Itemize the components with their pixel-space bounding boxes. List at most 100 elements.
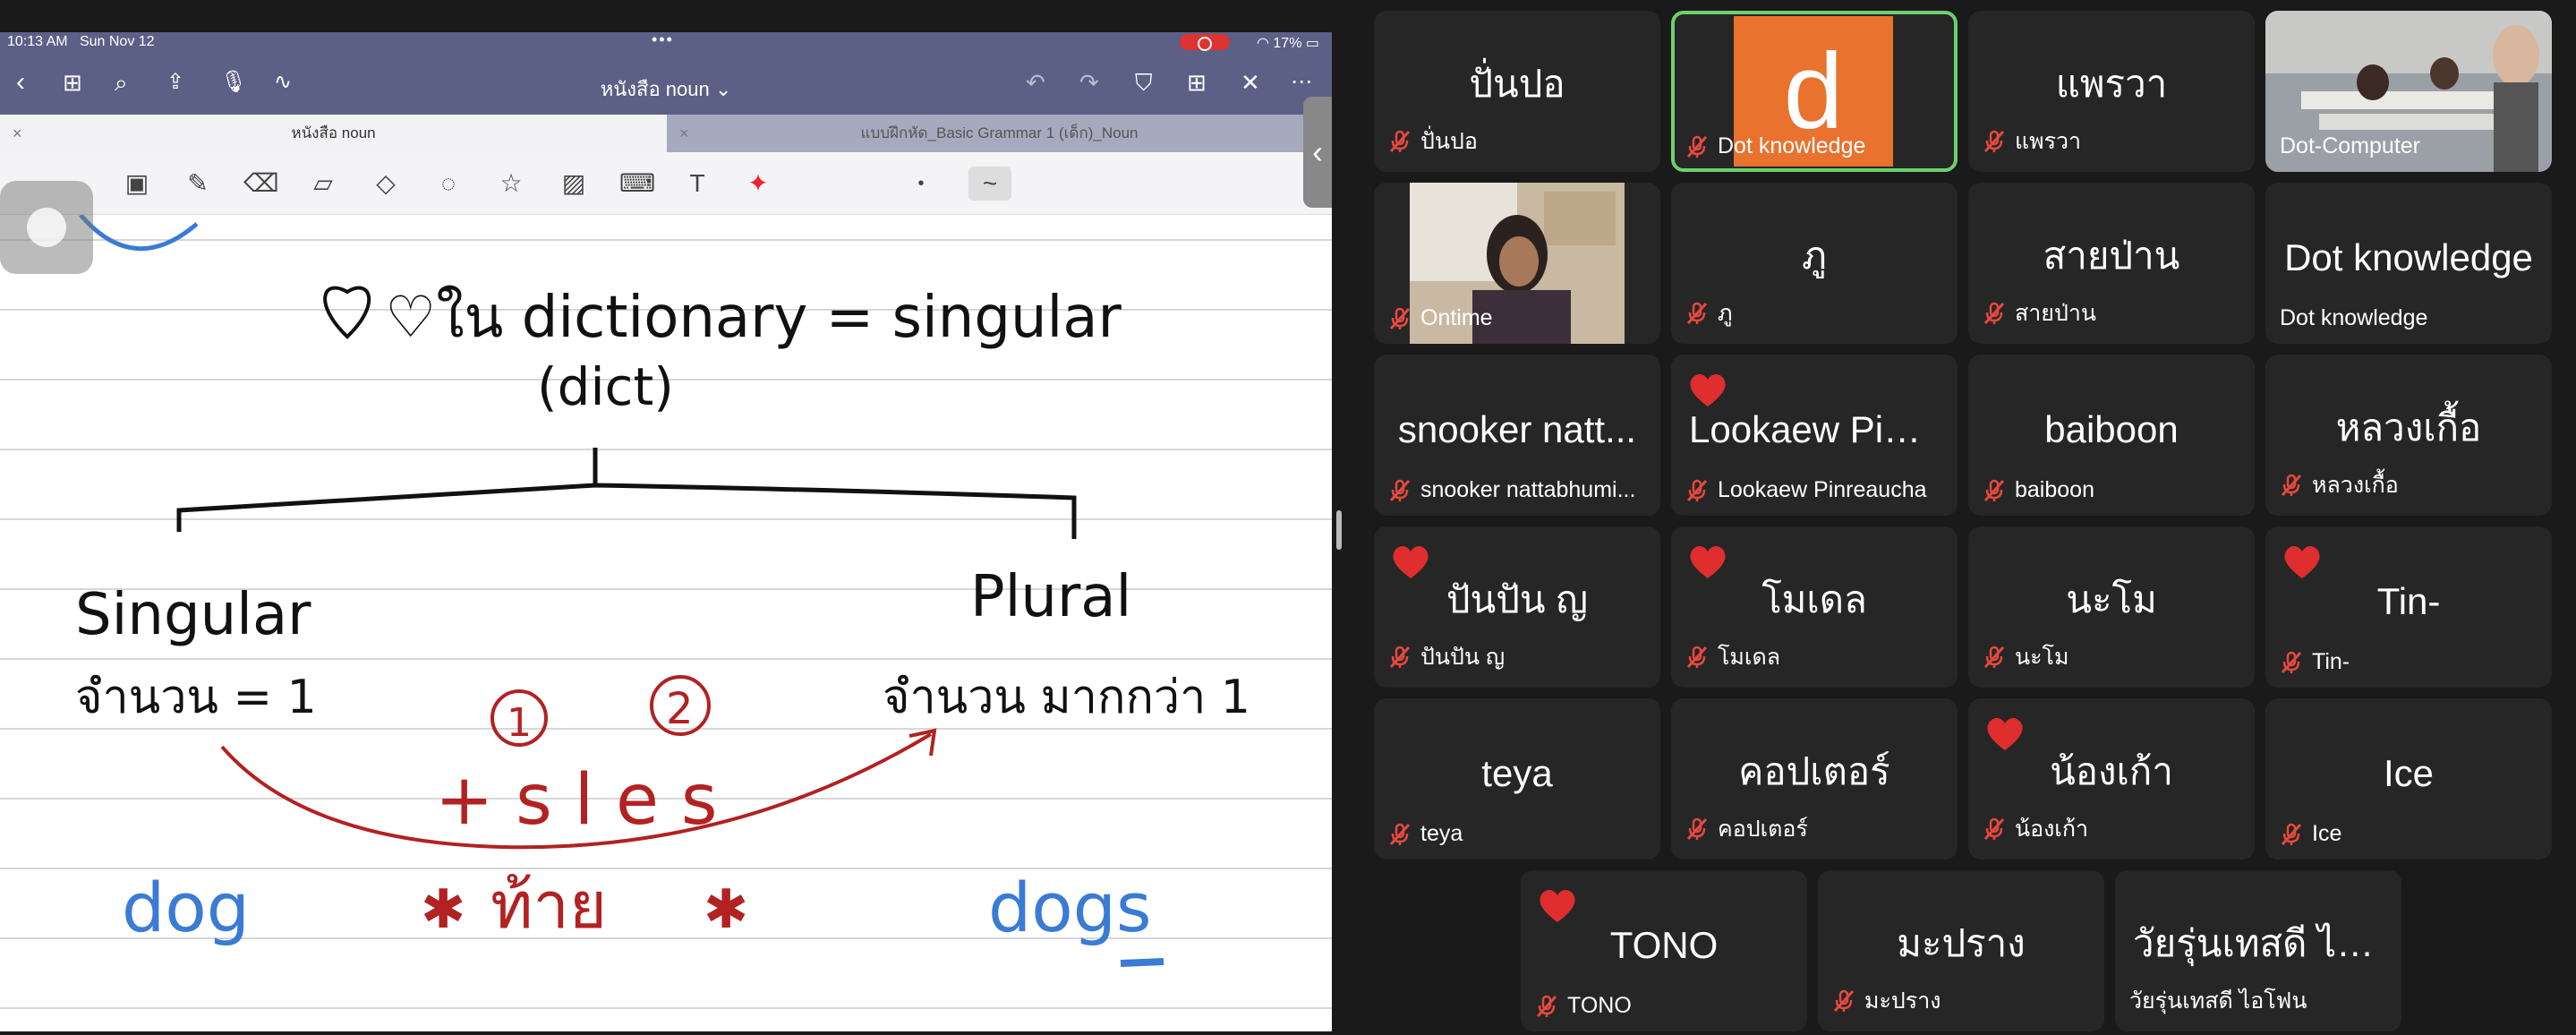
participant-tile[interactable]: สายป่าน สายป่าน [1968,183,2255,344]
circle-one-label: 1 [507,700,532,746]
participant-tile[interactable]: ปั่นปอ ปั่นปอ [1374,11,1660,172]
participant-name-bar: snooker nattabhumi... [1388,477,1650,503]
participant-tile[interactable]: มะปราง มะปราง [1818,870,2104,1031]
participant-tile[interactable]: ภู ภู [1671,183,1958,344]
text-icon[interactable]: T [680,167,714,201]
participant-name: มะปราง [1864,988,1941,1014]
participant-name: สายป่าน [2015,301,2096,326]
heart-doodle-icon [323,286,371,339]
sticker-icon[interactable]: ☆ [494,167,528,201]
highlighter-icon[interactable]: ▱ [306,167,340,201]
star-right-icon: ✱ [704,878,748,941]
goodnotes-nav-bar: ‹ ⊞ ⌕ ⇪ 🎙 ∿ หนังสือ noun ⌄ ↶ ↷ ⛉ ⊞ ✕ ⋯ [0,52,1332,115]
participant-tile[interactable]: Dot knowledge Dot knowledge [2265,183,2552,344]
laser-pointer-icon[interactable]: ✦ [741,167,775,201]
participant-display-name: ปั่นปอ [1469,63,1565,106]
star-left-icon: ✱ [421,878,465,941]
participant-tile[interactable]: Lookaew Pinr... Lookaew Pinreaucha [1671,355,1958,516]
muted-mic-icon [1983,130,2005,153]
add-page-icon[interactable]: ⊞ [1187,64,1207,100]
thin-dot-icon[interactable]: • [904,167,938,201]
screen-recording-indicator [1180,34,1230,51]
muted-mic-icon [1833,989,1855,1013]
pen-icon[interactable]: ✎ [181,167,215,201]
redo-icon[interactable]: ↷ [1079,64,1099,100]
participant-tile[interactable]: Dot-Computer [2265,11,2552,172]
participant-name: หลวงเกื้อ [2312,473,2399,498]
participant-display-name: มะปราง [1897,922,2026,965]
document-title[interactable]: หนังสือ noun ⌄ [0,73,1332,105]
more-icon[interactable]: ⋯ [1291,64,1312,100]
participant-name-bar: Lookaew Pinreaucha [1685,477,1947,503]
tab-grammar-exercise[interactable]: × แบบฝึกหัด_Basic Grammar 1 (เด็ก)_Noun [667,115,1332,152]
participant-tile[interactable]: TONO TONO [1521,870,1807,1031]
participant-tile[interactable]: คอปเตอร์ คอปเตอร์ [1671,698,1958,860]
participant-name-bar: ปั่นปอ [1388,124,1650,159]
participant-name-bar: ภู [1685,295,1947,331]
note-page[interactable]: 1 2 ♡ใน dictionary = singular (dict) Sin… [0,213,1332,1031]
stroke-width-icon[interactable]: ~ [968,167,1011,201]
participant-name-bar: Ontime [1388,305,1650,331]
image-icon[interactable]: ▨ [557,167,591,201]
participant-tile[interactable]: baiboon baiboon [1968,355,2255,516]
undo-icon[interactable]: ↶ [1026,64,1045,100]
participant-name-bar: นะโม [1983,639,2244,675]
bookmark-icon[interactable]: ⛉ [1135,64,1153,100]
heart-reaction-icon [2284,545,2320,578]
keyboard-icon[interactable]: ⌨ [619,167,655,201]
tab-noun-book[interactable]: × หนังสือ noun [0,115,667,152]
participant-tile[interactable]: Ontime [1374,183,1660,344]
shapes-icon[interactable]: ◇ [369,167,403,201]
participant-display-name: Lookaew Pinr... [1689,408,1947,451]
pen-toolbar: ▣ ✎ ⌫ ▱ ◇ ◌ ☆ ▨ ⌨ T ✦ • ~ [0,152,1332,215]
participant-tile[interactable]: วัยรุ่นเทสดี ไอ... วัยรุ่นเทสดี ไอโฟน [2115,870,2401,1031]
participant-tile[interactable]: ปันปัน ญปันปัน ญ [1374,526,1660,688]
muted-mic-icon [1983,302,2005,325]
zoom-window: 10:13 AM Sun Nov 12 ••• ◠ 17% ▭ ‹ ⊞ ⌕ ⇪ … [0,0,2576,1035]
lasso-icon[interactable]: ◌ [431,167,465,201]
participant-name-bar: baiboon [1983,477,2244,503]
example-dogs: dogs [988,868,1152,947]
participant-name: TONO [1567,993,1632,1018]
count-more: จำนวน มากกว่า 1 [883,671,1250,724]
multitask-dots[interactable]: ••• [652,32,674,49]
participant-tile[interactable]: teya teya [1374,698,1660,860]
participant-tile[interactable]: Tin- Tin- [2265,526,2552,688]
close-pen-icon[interactable]: ✕ [1241,64,1260,100]
star-word: ท้าย [490,868,607,943]
participant-name: Dot-Computer [2280,133,2420,158]
close-tab-icon[interactable]: × [13,115,22,152]
participant-name: ปั่นปอ [1420,129,1478,154]
muted-mic-icon [1983,479,2005,501]
close-tab-icon[interactable]: × [679,115,689,152]
participant-tile[interactable]: d Dot knowledge [1671,11,1958,172]
heart-reaction-icon [1987,717,2023,750]
participant-display-name: นะโม [2066,578,2157,621]
muted-mic-icon [2281,823,2302,845]
participant-tile[interactable]: นะโม นะโม [1968,526,2255,688]
participant-tile[interactable]: snooker natt... snooker nattabhumi... [1374,355,1660,516]
participant-display-name: วัยรุ่นเทสดี ไอ... [2133,922,2391,965]
collapse-panel-chevron-icon[interactable]: ‹ [1303,97,1332,208]
participant-display-name: แพรวา [2055,63,2168,106]
split-divider-handle[interactable] [1336,510,1342,550]
participant-tile[interactable]: โมเดล โมเดล [1671,526,1958,688]
participant-tile[interactable]: Ice Ice [2265,698,2552,860]
participant-tile[interactable]: หลวงเกื้อ หลวงเกื้อ [2265,355,2552,516]
muted-mic-icon [2281,651,2302,673]
shared-screen: 10:13 AM Sun Nov 12 ••• ◠ 17% ▭ ‹ ⊞ ⌕ ⇪ … [0,32,1332,1031]
participant-name: แพรวา [2015,129,2082,154]
participant-name: Lookaew Pinreaucha [1718,477,1927,502]
muted-mic-icon [1389,130,1411,153]
assistive-touch-button[interactable] [0,181,93,274]
participant-name: คอปเตอร์ [1718,817,1808,842]
lasso-image-icon[interactable]: ▣ [120,167,154,201]
participant-name: Tin- [2312,649,2350,674]
muted-mic-icon [1983,817,2005,841]
suffix-rule: + s l e s [435,760,717,841]
participant-tile[interactable]: แพรวา แพรวา [1968,11,2255,172]
eraser-icon[interactable]: ⌫ [243,167,279,201]
tree-bracket [176,448,1077,539]
handwriting-canvas: 1 2 ♡ใน dictionary = singular (dict) Sin… [0,213,1332,1009]
participant-tile[interactable]: น้องเก้า น้องเก้า [1968,698,2255,860]
